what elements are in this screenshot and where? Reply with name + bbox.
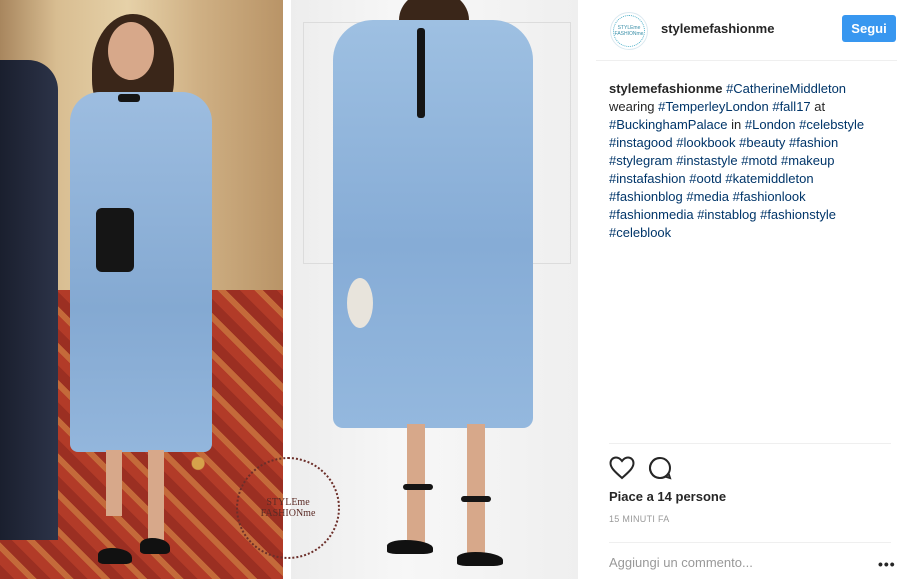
hashtag-link[interactable]: #celeblook bbox=[609, 225, 671, 240]
post-timestamp[interactable]: 15 MINUTI FA bbox=[609, 514, 670, 524]
post-sidebar: STYLEme FASHIONme stylemefashionme Segui… bbox=[596, 0, 897, 579]
watermark-line: FASHIONme bbox=[260, 508, 316, 519]
hashtag-link[interactable]: #London bbox=[745, 117, 796, 132]
avatar[interactable]: STYLEme FASHIONme bbox=[610, 12, 648, 50]
leg-right bbox=[467, 424, 485, 554]
hashtag-link[interactable]: #ootd bbox=[689, 171, 722, 186]
comment-bubble-icon[interactable] bbox=[648, 456, 672, 480]
hashtag-link[interactable]: #media bbox=[686, 189, 729, 204]
shoe-right bbox=[140, 538, 170, 554]
username[interactable]: stylemefashionme bbox=[661, 21, 774, 36]
avatar-logo: STYLEme FASHIONme bbox=[613, 15, 645, 47]
ankle-strap bbox=[461, 496, 491, 502]
neck-bow bbox=[118, 94, 140, 102]
leg-right bbox=[148, 450, 164, 540]
comment-input[interactable]: Aggiungi un commento... bbox=[609, 555, 753, 570]
man-in-suit bbox=[0, 60, 58, 540]
hashtag-link[interactable]: #instablog bbox=[697, 207, 756, 222]
caption-text: #CatherineMiddleton wearing #TemperleyLo… bbox=[609, 81, 864, 240]
hashtag-link[interactable]: #fashion bbox=[789, 135, 838, 150]
sandal-left bbox=[387, 540, 433, 554]
follow-button[interactable]: Segui bbox=[842, 15, 896, 42]
likes-count[interactable]: Piace a 14 persone bbox=[609, 489, 726, 504]
hashtag-link[interactable]: #fashionstyle bbox=[760, 207, 836, 222]
caption-word: at bbox=[810, 99, 826, 114]
more-options-icon[interactable]: ••• bbox=[878, 556, 896, 572]
heart-icon[interactable] bbox=[609, 456, 635, 480]
hashtag-link[interactable]: #BuckinghamPalace bbox=[609, 117, 728, 132]
sandal-right bbox=[457, 552, 503, 566]
blue-lace-dress bbox=[333, 20, 533, 428]
blue-lace-dress bbox=[70, 92, 212, 452]
hashtag-link[interactable]: #instagood bbox=[609, 135, 673, 150]
hashtag-link[interactable]: #instafashion bbox=[609, 171, 686, 186]
leg-left bbox=[106, 450, 122, 516]
hashtag-link[interactable]: #stylegram bbox=[609, 153, 673, 168]
caption-word: wearing bbox=[609, 99, 659, 114]
hashtag-link[interactable]: #motd bbox=[741, 153, 777, 168]
post-image[interactable]: STYLEme FASHIONme bbox=[0, 0, 578, 579]
white-clutch bbox=[347, 278, 373, 328]
divider bbox=[609, 443, 891, 444]
instagram-post: STYLEme FASHIONme STYLEme FASHIONme styl… bbox=[0, 0, 897, 579]
hashtag-link[interactable]: #celebstyle bbox=[799, 117, 864, 132]
black-clutch bbox=[96, 208, 134, 272]
hashtag-link[interactable]: #TemperleyLondon bbox=[658, 99, 769, 114]
post-header: STYLEme FASHIONme stylemefashionme Segui bbox=[596, 0, 897, 61]
caption: stylemefashionme #CatherineMiddleton wea… bbox=[609, 80, 889, 242]
caption-word: in bbox=[727, 117, 745, 132]
shoe-left bbox=[98, 548, 132, 564]
hashtag-link[interactable]: #fall17 bbox=[772, 99, 810, 114]
hashtag-link[interactable]: #fashionlook bbox=[733, 189, 806, 204]
hashtag-link[interactable]: #beauty bbox=[739, 135, 785, 150]
hashtag-link[interactable]: #makeup bbox=[781, 153, 834, 168]
hashtag-link[interactable]: #CatherineMiddleton bbox=[726, 81, 846, 96]
watermark-logo: STYLEme FASHIONme bbox=[236, 457, 340, 559]
face bbox=[108, 22, 154, 80]
hashtag-link[interactable]: #lookbook bbox=[676, 135, 735, 150]
divider bbox=[609, 542, 891, 543]
hashtag-link[interactable]: #katemiddleton bbox=[725, 171, 813, 186]
ankle-strap bbox=[403, 484, 433, 490]
hashtag-link[interactable]: #fashionmedia bbox=[609, 207, 694, 222]
watermark-line: STYLEme bbox=[266, 497, 310, 508]
neck-ribbon bbox=[417, 28, 425, 118]
caption-username[interactable]: stylemefashionme bbox=[609, 81, 722, 96]
hashtag-link[interactable]: #fashionblog bbox=[609, 189, 683, 204]
hashtag-link[interactable]: #instastyle bbox=[676, 153, 737, 168]
